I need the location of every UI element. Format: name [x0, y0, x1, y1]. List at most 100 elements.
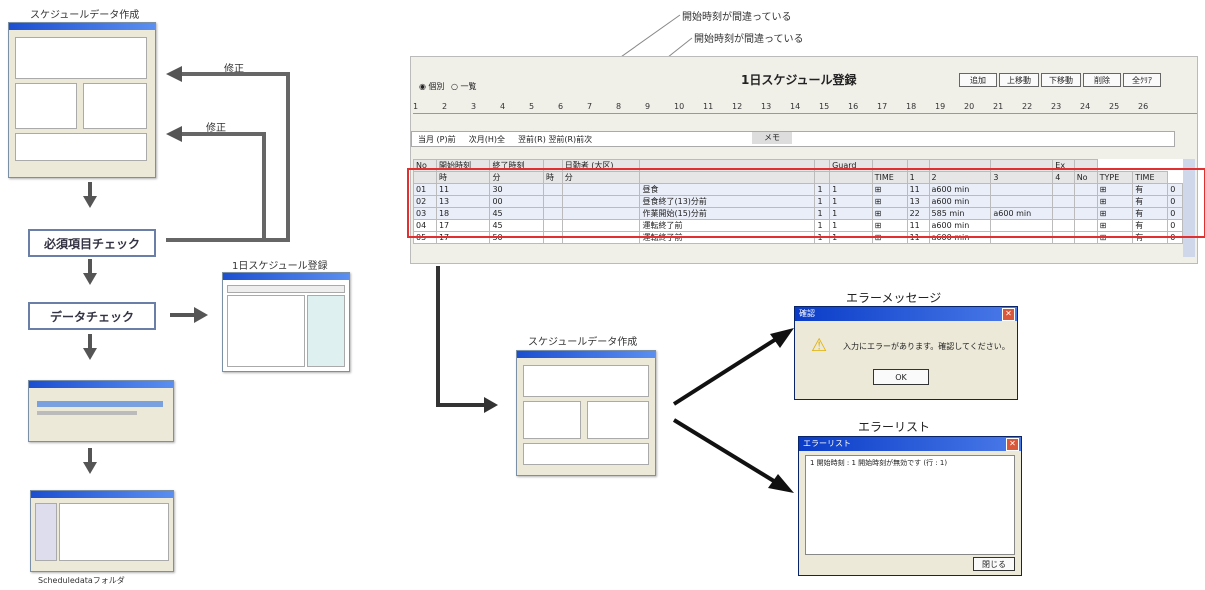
thumb-panel: [15, 133, 147, 161]
move-up-button[interactable]: 上移動: [999, 73, 1039, 87]
day-tab[interactable]: 23: [1051, 102, 1080, 111]
day-tab[interactable]: 2: [442, 102, 471, 111]
thumb-line: [37, 411, 137, 415]
top-screen-caption: スケジュールデータ作成: [30, 10, 140, 21]
side-screen-caption: 1日スケジュール登録: [232, 261, 328, 272]
connector-line: [166, 238, 288, 242]
required-check-box: 必須項目チェック: [28, 229, 156, 257]
folder-dialog-thumb: [30, 490, 174, 572]
schedule-window-title: 1日スケジュール登録: [741, 73, 857, 87]
thumb-panel: [35, 503, 57, 561]
day-tab[interactable]: 5: [529, 102, 558, 111]
arrow-down-icon: [83, 348, 97, 360]
error-message-dialog: 確認 ✕ ⚠ 入力にエラーがあります。確認してください。 OK: [794, 306, 1018, 400]
day-tab[interactable]: 12: [732, 102, 761, 111]
thumb-panel: [83, 83, 147, 129]
thumb-titlebar: [517, 351, 655, 358]
connector-line: [180, 132, 266, 136]
arrow-right-icon: [170, 313, 196, 317]
schedule-data-thumb-2: [516, 350, 656, 476]
thumb-panel: [227, 295, 305, 367]
arrow-down-icon: [83, 196, 97, 208]
day-tab[interactable]: 17: [877, 102, 906, 111]
delete-button[interactable]: 削除: [1083, 73, 1121, 87]
thumb-panel: [523, 443, 649, 465]
radio-list[interactable]: ○ 一覧: [451, 81, 477, 92]
day-tab[interactable]: 1: [413, 102, 442, 111]
filter-left-text: 当月 (P)前 次月(H)全 翌前(R) 翌前(R)前次: [418, 135, 593, 144]
radio-label: 一覧: [460, 82, 477, 91]
arrow-down-icon: [83, 462, 97, 474]
day-tab[interactable]: 3: [471, 102, 500, 111]
day-tab[interactable]: 19: [935, 102, 964, 111]
radio-label: 個別: [428, 82, 445, 91]
day-tab[interactable]: 8: [616, 102, 645, 111]
progress-dialog-thumb: [28, 380, 174, 442]
list-title: エラーリスト: [803, 439, 851, 448]
error-list-dialog: エラーリスト ✕ 1 開始時刻 : 1 開始時刻が無効です (行 : 1) 閉じ…: [798, 436, 1022, 576]
connector-line: [436, 403, 486, 407]
thumb-titlebar: [29, 381, 173, 388]
day-tab[interactable]: 4: [500, 102, 529, 111]
thumb-panel: [587, 401, 649, 439]
thumb-titlebar: [223, 273, 349, 280]
dialog-titlebar: 確認 ✕: [795, 307, 1017, 321]
data-check-box: データチェック: [28, 302, 156, 330]
close-button[interactable]: 閉じる: [973, 557, 1015, 571]
day-tab[interactable]: 20: [964, 102, 993, 111]
connector-line: [180, 72, 290, 76]
dialog-message: 入力にエラーがあります。確認してください。: [843, 342, 1010, 351]
annotation-note: 開始時刻が間違っている: [694, 34, 804, 45]
day-tab[interactable]: 22: [1022, 102, 1051, 111]
arrow-left-icon: [166, 66, 182, 82]
filter-bar: 当月 (P)前 次月(H)全 翌前(R) 翌前(R)前次 メモ: [411, 131, 1175, 147]
day-tab[interactable]: 7: [587, 102, 616, 111]
day-tab[interactable]: 9: [645, 102, 674, 111]
error-list-box: 1 開始時刻 : 1 開始時刻が無効です (行 : 1): [805, 455, 1015, 555]
arrow-down-icon: [83, 273, 97, 285]
thumb-titlebar: [31, 491, 173, 498]
move-down-button[interactable]: 下移動: [1041, 73, 1081, 87]
ok-button[interactable]: OK: [873, 369, 929, 385]
radio-individual[interactable]: ◉ 個別: [419, 81, 445, 92]
arrow-left-icon: [166, 126, 182, 142]
day-tab[interactable]: 13: [761, 102, 790, 111]
error-message-caption: エラーメッセージ: [846, 291, 942, 305]
day-tab[interactable]: 11: [703, 102, 732, 111]
day-tab[interactable]: 24: [1080, 102, 1109, 111]
day-tab[interactable]: 15: [819, 102, 848, 111]
thumb-panel: [15, 83, 77, 129]
day-tab[interactable]: 14: [790, 102, 819, 111]
dialog-titlebar: エラーリスト ✕: [799, 437, 1021, 451]
progress-bar: [37, 401, 163, 407]
day-tab[interactable]: 26: [1138, 102, 1167, 111]
error-highlight-box: [407, 168, 1205, 238]
thumb-panel: [523, 401, 581, 439]
day-tab[interactable]: 25: [1109, 102, 1138, 111]
connector-line: [262, 132, 266, 240]
day-tab[interactable]: 6: [558, 102, 587, 111]
connector-line: [436, 266, 440, 406]
thumb-panel: [523, 365, 649, 397]
day-tab[interactable]: 16: [848, 102, 877, 111]
button-group: 追加 上移動 下移動 削除 全ｸﾘｱ: [959, 71, 1189, 89]
day-tab[interactable]: 21: [993, 102, 1022, 111]
clear-all-button[interactable]: 全ｸﾘｱ: [1123, 73, 1161, 87]
arrow-right-icon: [484, 397, 498, 413]
arrow-right-icon: [194, 307, 208, 323]
thumb-panel: [59, 503, 169, 561]
error-list-entry: 1 開始時刻 : 1 開始時刻が無効です (行 : 1): [810, 459, 948, 467]
thumb-panel: [227, 285, 345, 293]
schedule-data-screen-thumb: [8, 22, 156, 178]
thumb-panel: [15, 37, 147, 79]
day-tabs: 1 2 3 4 5 6 7 8 9 10 11 12 13 14 15 16 17 18 19 20 21 22 23 24 2…: [413, 101, 1197, 114]
close-icon[interactable]: ✕: [1002, 308, 1015, 321]
day-tab[interactable]: 18: [906, 102, 935, 111]
day-tab[interactable]: 10: [674, 102, 703, 111]
add-button[interactable]: 追加: [959, 73, 997, 87]
schedule-list-thumb: [222, 272, 350, 372]
close-icon[interactable]: ✕: [1006, 438, 1019, 451]
dialog-title: 確認: [799, 309, 815, 318]
thumb-panel: [307, 295, 345, 367]
warning-icon: ⚠: [811, 335, 828, 356]
